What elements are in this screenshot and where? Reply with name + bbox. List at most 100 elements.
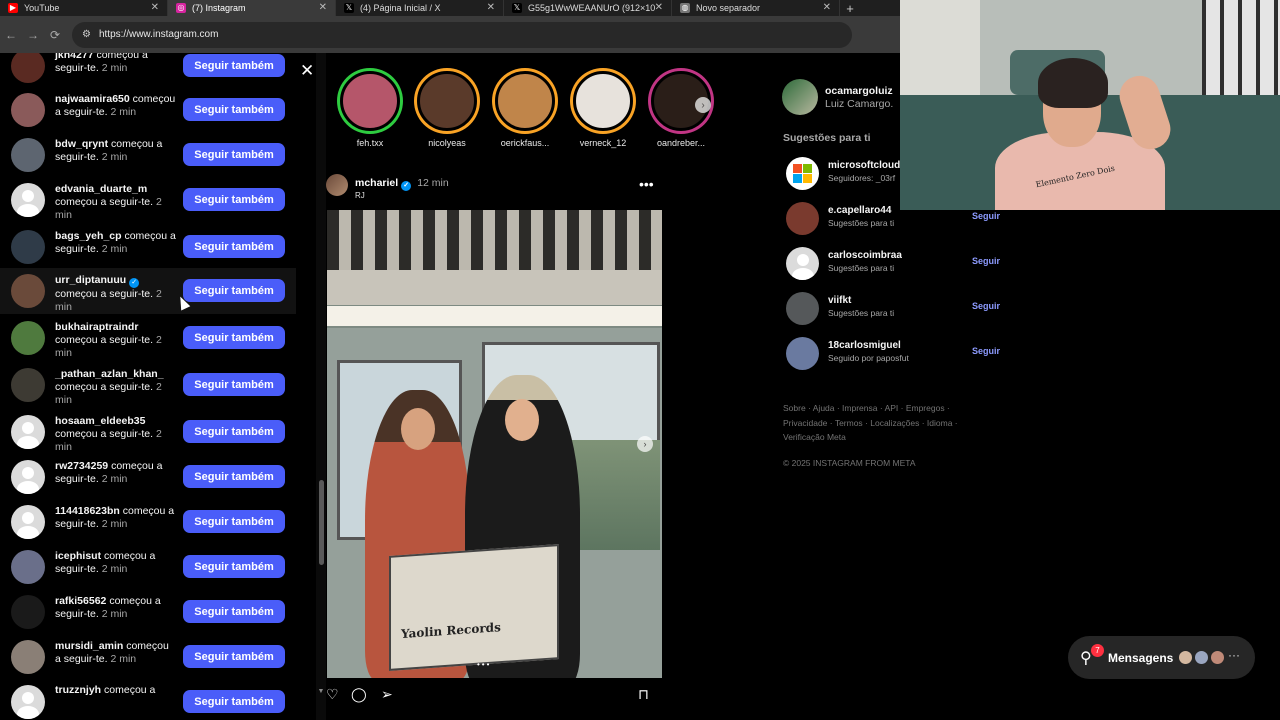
follow-back-button[interactable]: Seguir também [183,143,285,166]
footer-links[interactable]: Sobre · Ajuda · Imprensa · API · Emprego… [783,401,983,445]
notification-username[interactable]: bdw_qrynt [55,138,108,150]
suggestion-username[interactable]: microsoftcloud [828,160,900,171]
user-avatar[interactable] [11,505,45,539]
follow-back-button[interactable]: Seguir também [183,188,285,211]
notification-row[interactable]: jkn4277 começou a seguir-te. 2 min Seguir… [0,53,296,89]
follow-back-button[interactable]: Seguir também [183,373,285,396]
messages-button[interactable]: ⚲ 7 Mensagens ··· [1068,636,1255,679]
notification-row[interactable]: edvania_duarte_m começou a seguir-te. 2 … [0,177,296,223]
follow-back-button[interactable]: Seguir também [183,555,285,578]
notification-username[interactable]: _pathan_azlan_khan_ [55,368,164,380]
user-avatar[interactable] [11,183,45,217]
tab-close-icon[interactable]: ✕ [823,2,831,13]
user-avatar[interactable] [11,685,45,719]
follow-back-button[interactable]: Seguir também [183,98,285,121]
user-avatar[interactable] [11,274,45,308]
user-avatar[interactable] [11,460,45,494]
microsoft-logo-icon[interactable] [786,157,819,190]
browser-tab[interactable]: 𝕏 G55g1WwWEAANUrO (912×10 ✕ [504,0,672,16]
user-avatar[interactable] [786,202,819,235]
notification-username[interactable]: urr_diptanuuu [55,274,126,286]
back-icon[interactable]: ← [0,28,22,42]
post-author[interactable]: mchariel ✓ 12 min [355,177,449,191]
notification-username[interactable]: edvania_duarte_m [55,183,147,195]
close-panel-button[interactable]: ✕ [300,62,314,79]
story-item[interactable]: feh.txx [337,68,403,148]
suggestion-username[interactable]: e.capellaro44 [828,205,891,216]
profile-username[interactable]: ocamargoluiz [825,85,893,97]
follow-back-button[interactable]: Seguir também [183,510,285,533]
notification-row[interactable]: bags_yeh_cp começou a seguir-te. 2 min Se… [0,224,296,270]
save-icon[interactable]: ⊓ [638,686,649,703]
follow-back-button[interactable]: Seguir também [183,690,285,713]
user-avatar[interactable] [11,550,45,584]
notification-row[interactable]: truzznjyh começou a Seguir também [0,679,296,720]
site-settings-icon[interactable]: ⚙ [82,29,91,40]
follow-back-button[interactable]: Seguir também [183,420,285,443]
follow-back-button[interactable]: Seguir também [183,326,285,349]
follow-button[interactable]: Seguir [972,211,1000,221]
user-avatar[interactable] [786,337,819,370]
photo-next-button[interactable]: › [637,436,653,452]
notification-row[interactable]: hosaam_eldeeb35 começou a seguir-te. 2 m… [0,409,296,455]
notification-row[interactable]: bdw_qrynt começou a seguir-te. 2 min Segu… [0,132,296,178]
post-author-avatar[interactable] [326,174,348,196]
user-avatar[interactable] [11,321,45,355]
post-photo[interactable]: Yaolin Records ••• › [327,210,662,678]
notification-username[interactable]: jkn4277 [55,53,94,61]
user-avatar[interactable] [786,292,819,325]
story-item[interactable]: oerickfaus... [492,68,558,148]
follow-back-button[interactable]: Seguir também [183,465,285,488]
follow-button[interactable]: Seguir [972,301,1000,311]
notification-username[interactable]: hosaam_eldeeb35 [55,415,145,427]
notification-row[interactable]: rw2734259 começou a seguir-te. 2 min Segu… [0,454,296,500]
story-item[interactable]: nicolyeas [414,68,480,148]
notification-row[interactable]: 114418623bn começou a seguir-te. 2 min Se… [0,499,296,545]
notification-username[interactable]: icephisut [55,550,101,562]
follow-back-button[interactable]: Seguir também [183,600,285,623]
notification-username[interactable]: bags_yeh_cp [55,230,122,242]
follow-back-button[interactable]: Seguir também [183,235,285,258]
url-field[interactable]: ⚙ https://www.instagram.com [72,21,852,48]
notification-username[interactable]: truzznjyh [55,684,101,696]
browser-tab[interactable]: ◍ Novo separador ✕ [672,0,840,16]
follow-button[interactable]: Seguir [972,256,1000,266]
follow-back-button[interactable]: Seguir também [183,279,285,302]
story-item[interactable]: verneck_12 [570,68,636,148]
user-avatar[interactable] [11,138,45,172]
notification-username[interactable]: bukhairaptraindr [55,321,138,333]
profile-avatar[interactable] [782,79,818,115]
like-icon[interactable]: ♡ [326,686,339,703]
browser-tab[interactable]: 𝕏 (4) Página Inicial / X ✕ [336,0,504,16]
more-options-icon[interactable]: ••• [639,176,654,192]
notifications-scrollbar[interactable] [316,53,326,720]
notification-username[interactable]: mursidi_amin [55,640,123,652]
browser-tab[interactable]: ◎ (7) Instagram ✕ [168,0,336,16]
notification-username[interactable]: rw2734259 [55,460,108,472]
tab-close-icon[interactable]: ✕ [151,2,159,13]
notification-row[interactable]: _pathan_azlan_khan_ começou a seguir-te.… [0,362,296,408]
tab-close-icon[interactable]: ✕ [487,2,495,13]
user-avatar[interactable] [11,230,45,264]
browser-tab[interactable]: ▶ YouTube ✕ [0,0,168,16]
share-icon[interactable]: ➢ [381,686,393,703]
user-avatar[interactable] [11,595,45,629]
suggestion-username[interactable]: 18carlosmiguel [828,340,901,351]
post-location[interactable]: RJ [355,191,365,200]
tab-close-icon[interactable]: ✕ [655,2,663,13]
notification-username[interactable]: najwaamira650 [55,93,130,105]
new-tab-button[interactable]: + [840,0,860,16]
user-avatar[interactable] [11,415,45,449]
notification-row[interactable]: bukhairaptraindr começou a seguir-te. 2 … [0,315,296,361]
notification-row[interactable]: urr_diptanuuu ✓ começou a seguir-te. 2 mi… [0,268,296,314]
tab-close-icon[interactable]: ✕ [319,2,327,13]
user-avatar[interactable] [11,93,45,127]
forward-icon[interactable]: → [22,28,44,42]
comment-icon[interactable]: ◯ [351,686,367,703]
notification-username[interactable]: 114418623bn [55,505,120,517]
post-author-name[interactable]: mchariel [355,177,398,189]
stories-next-button[interactable]: › [695,97,711,113]
user-avatar[interactable] [11,368,45,402]
follow-back-button[interactable]: Seguir também [183,54,285,77]
notification-row[interactable]: icephisut começou a seguir-te. 2 min Segu… [0,544,296,590]
